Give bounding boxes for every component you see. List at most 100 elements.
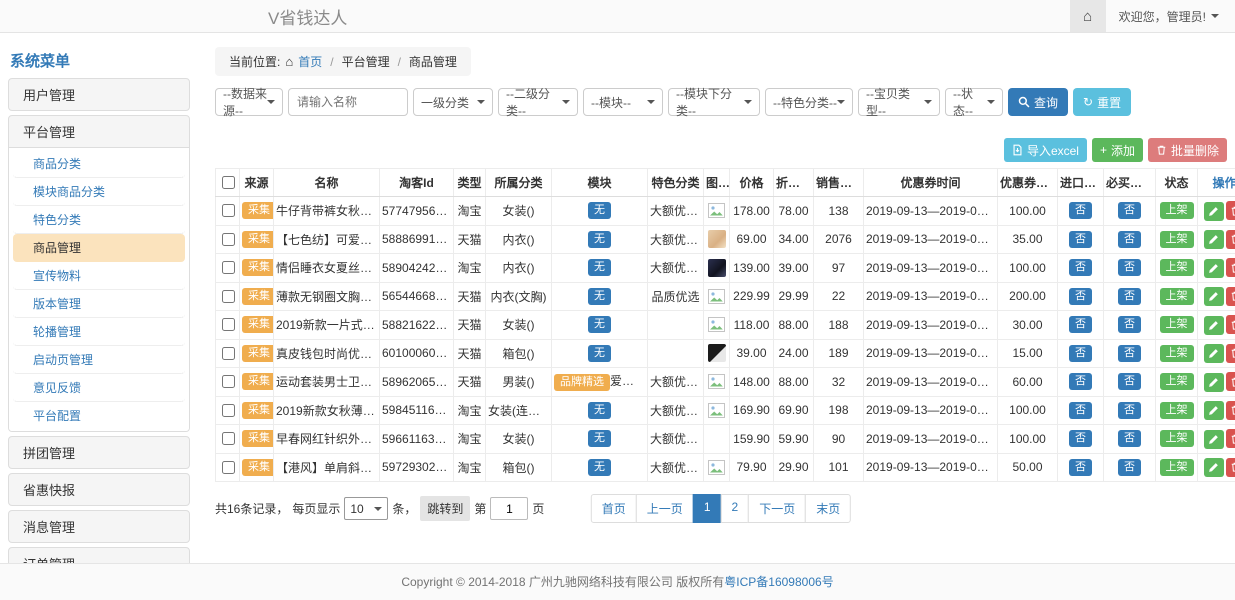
row-checkbox[interactable] bbox=[222, 318, 235, 331]
sidebar-item[interactable]: 特色分类 bbox=[13, 206, 185, 234]
edit-button[interactable] bbox=[1204, 430, 1224, 449]
row-checkbox[interactable] bbox=[222, 290, 235, 303]
icon-cell bbox=[704, 396, 730, 425]
edit-button[interactable] bbox=[1204, 401, 1224, 420]
row-checkbox[interactable] bbox=[222, 347, 235, 360]
row-checkbox[interactable] bbox=[222, 432, 235, 445]
price-cell: 139.00 bbox=[730, 254, 774, 283]
row-checkbox[interactable] bbox=[222, 261, 235, 274]
filter-select-value: --二级分类-- bbox=[506, 85, 562, 119]
edit-button[interactable] bbox=[1204, 316, 1224, 335]
pager: 首页上一页12下一页末页 bbox=[591, 494, 851, 523]
import-optional-badge: 否 bbox=[1069, 288, 1092, 305]
sidebar-group-header[interactable]: 省惠快报 bbox=[9, 474, 189, 505]
sidebar-item[interactable]: 平台配置 bbox=[13, 402, 185, 429]
delete-button[interactable] bbox=[1226, 230, 1235, 249]
pager-item[interactable]: 2 bbox=[721, 494, 750, 523]
delete-button[interactable] bbox=[1226, 287, 1235, 306]
row-checkbox[interactable] bbox=[222, 375, 235, 388]
delete-button[interactable] bbox=[1226, 258, 1235, 277]
sidebar-item[interactable]: 轮播管理 bbox=[13, 318, 185, 346]
row-checkbox[interactable] bbox=[222, 204, 235, 217]
edit-button[interactable] bbox=[1204, 287, 1224, 306]
import-optional-cell: 否 bbox=[1058, 396, 1104, 425]
delete-button[interactable] bbox=[1226, 401, 1235, 420]
select-all-checkbox[interactable] bbox=[222, 176, 235, 189]
pager-item[interactable]: 末页 bbox=[805, 494, 851, 523]
table-row: 采集真皮钱包时尚优雅女士...601000601341天猫箱包()无39.002… bbox=[216, 339, 1235, 368]
must-buy-badge: 否 bbox=[1118, 259, 1141, 276]
sidebar-item[interactable]: 模块商品分类 bbox=[13, 178, 185, 206]
table-row: 采集【港风】单肩斜跨链条...597293020870淘宝箱包()无大额优惠券7… bbox=[216, 453, 1235, 482]
pager-item[interactable]: 1 bbox=[693, 494, 722, 523]
home-button[interactable]: ⌂ bbox=[1070, 0, 1106, 32]
category-cell: 女装() bbox=[486, 311, 552, 340]
edit-button[interactable] bbox=[1204, 458, 1224, 477]
import-excel-button[interactable]: 导入excel bbox=[1004, 138, 1087, 162]
edit-button[interactable] bbox=[1204, 344, 1224, 363]
sidebar: 系统菜单 用户管理平台管理商品分类模块商品分类特色分类商品管理宣传物料版本管理轮… bbox=[8, 47, 190, 563]
filter-select-module-sub-category[interactable]: --模块下分类-- bbox=[668, 88, 760, 116]
sidebar-item[interactable]: 启动页管理 bbox=[13, 346, 185, 374]
pager-item[interactable]: 首页 bbox=[591, 494, 637, 523]
jump-button[interactable]: 跳转到 bbox=[420, 496, 470, 521]
special-category-cell: 大额优惠券 bbox=[648, 197, 704, 226]
edit-button[interactable] bbox=[1204, 259, 1224, 278]
source-cell: 采集 bbox=[240, 254, 274, 283]
row-checkbox[interactable] bbox=[222, 461, 235, 474]
sidebar-group-header[interactable]: 平台管理 bbox=[9, 116, 189, 147]
pager-item[interactable]: 下一页 bbox=[748, 494, 806, 523]
sidebar-item[interactable]: 商品管理 bbox=[13, 234, 185, 262]
status-badge: 上架 bbox=[1160, 231, 1194, 248]
page-number-input[interactable] bbox=[490, 497, 528, 520]
reset-button[interactable]: ↻重置 bbox=[1073, 88, 1131, 116]
per-page-select[interactable]: 10 bbox=[344, 497, 388, 520]
welcome-text: 欢迎您，管理员! bbox=[1119, 8, 1206, 25]
user-menu[interactable]: 欢迎您，管理员! bbox=[1106, 8, 1235, 25]
breadcrumb-item[interactable]: 首页 bbox=[298, 53, 322, 70]
delete-button[interactable] bbox=[1226, 201, 1235, 220]
add-button[interactable]: +添加 bbox=[1092, 138, 1143, 162]
row-checkbox[interactable] bbox=[222, 233, 235, 246]
pager-item[interactable]: 上一页 bbox=[636, 494, 694, 523]
edit-button[interactable] bbox=[1204, 230, 1224, 249]
sidebar-item[interactable]: 意见反馈 bbox=[13, 374, 185, 402]
sidebar-group-header[interactable]: 拼团管理 bbox=[9, 437, 189, 468]
delete-button[interactable] bbox=[1226, 429, 1235, 448]
sidebar-item[interactable]: 商品分类 bbox=[13, 150, 185, 178]
sidebar-group-header[interactable]: 消息管理 bbox=[9, 511, 189, 542]
edit-button[interactable] bbox=[1204, 202, 1224, 221]
delete-button[interactable] bbox=[1226, 458, 1235, 477]
filter-select-module[interactable]: --模块-- bbox=[583, 88, 663, 116]
edit-button[interactable] bbox=[1204, 373, 1224, 392]
home-icon: ⌂ bbox=[285, 54, 293, 69]
module-cell: 无 bbox=[552, 425, 648, 454]
delete-button[interactable] bbox=[1226, 344, 1235, 363]
filter-select-data-source[interactable]: --数据来源-- bbox=[215, 88, 283, 116]
delete-button[interactable] bbox=[1226, 315, 1235, 334]
batch-delete-button[interactable]: 批量删除 bbox=[1148, 138, 1227, 162]
sidebar-item[interactable]: 版本管理 bbox=[13, 290, 185, 318]
row-checkbox[interactable] bbox=[222, 404, 235, 417]
sidebar-group-header[interactable]: 订单管理 bbox=[9, 548, 189, 563]
column-header: 淘客Id bbox=[380, 169, 454, 197]
sidebar-group-header[interactable]: 用户管理 bbox=[9, 79, 189, 110]
table-row: 采集运动套装男士卫衣初秋...589620659791天猫男装()品牌精选爱上运… bbox=[216, 368, 1235, 397]
icp-link[interactable]: 粤ICP备16098006号 bbox=[724, 575, 833, 589]
status-cell: 上架 bbox=[1156, 254, 1198, 283]
filter-select-item-type[interactable]: --宝贝类型-- bbox=[858, 88, 940, 116]
source-cell: 采集 bbox=[240, 396, 274, 425]
source-badge: 采集 bbox=[242, 373, 274, 390]
sidebar-item[interactable]: 宣传物料 bbox=[13, 262, 185, 290]
filter-select-special-category[interactable]: --特色分类-- bbox=[765, 88, 853, 116]
app-title: V省钱达人 bbox=[268, 4, 347, 29]
top-header-right: ⌂ 欢迎您，管理员! bbox=[1070, 0, 1235, 32]
filter-select-level2-category[interactable]: --二级分类-- bbox=[498, 88, 578, 116]
source-cell: 采集 bbox=[240, 425, 274, 454]
filter-select-level1-category[interactable]: 一级分类 bbox=[413, 88, 493, 116]
search-button[interactable]: 查询 bbox=[1008, 88, 1068, 116]
product-name-input[interactable] bbox=[288, 88, 408, 116]
filter-select-status[interactable]: --状态-- bbox=[945, 88, 1003, 116]
page-info: 共16条记录，每页显示10条，跳转到第页 bbox=[215, 496, 544, 521]
delete-button[interactable] bbox=[1226, 372, 1235, 391]
